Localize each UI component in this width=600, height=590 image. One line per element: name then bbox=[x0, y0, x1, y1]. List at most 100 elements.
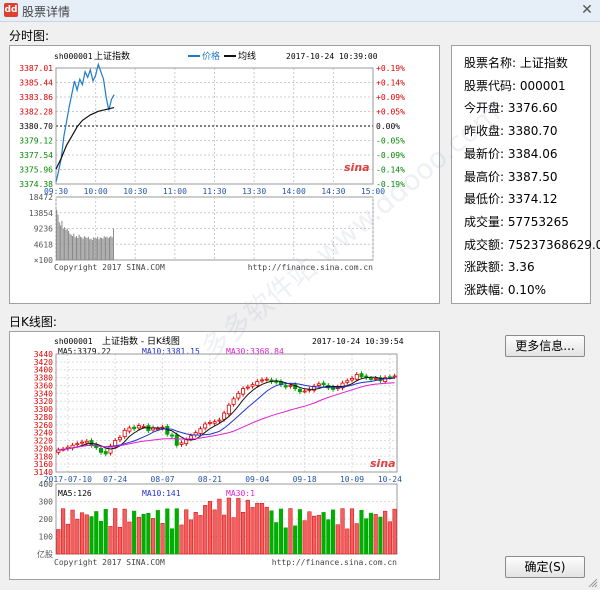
pct-tick-label: -0.09% bbox=[376, 151, 405, 160]
y-tick-label: 3383.86 bbox=[19, 93, 53, 102]
info-row: 最低价: 3374.12 bbox=[464, 190, 557, 207]
title-bar[interactable]: dd 股票详情 ✕ bbox=[0, 0, 600, 22]
close-icon[interactable]: ✕ bbox=[578, 1, 596, 19]
volume-bar bbox=[217, 498, 222, 555]
info-label: 今开盘: bbox=[464, 101, 505, 116]
info-row: 成交量: 57753265 bbox=[464, 213, 569, 230]
info-label: 最低价: bbox=[464, 192, 505, 207]
candle-body bbox=[297, 389, 302, 393]
volume-bar bbox=[89, 516, 94, 555]
volume-bar bbox=[146, 513, 151, 555]
volume-bar bbox=[245, 499, 250, 555]
volume-bar bbox=[70, 509, 75, 555]
volume-bar bbox=[387, 521, 392, 555]
volume-bar bbox=[61, 508, 66, 555]
candle-body bbox=[345, 380, 350, 383]
candle-body bbox=[84, 440, 89, 444]
candle-body bbox=[250, 384, 255, 387]
volume-bar bbox=[331, 509, 336, 555]
volume-bar bbox=[378, 516, 383, 555]
candle-body bbox=[170, 434, 175, 437]
vol-tick-label: 4618 bbox=[34, 240, 53, 249]
x-tick-label: 10:30 bbox=[123, 187, 147, 196]
y-tick-label: 3379.12 bbox=[19, 137, 53, 146]
candle-body bbox=[350, 377, 355, 381]
volume-bar bbox=[255, 502, 260, 555]
pct-tick-label: -0.14% bbox=[376, 166, 405, 175]
volume-bar bbox=[103, 509, 108, 555]
volume-bar bbox=[250, 507, 255, 555]
info-value: 上证指数 bbox=[516, 56, 568, 70]
ok-button[interactable]: 确定(S) bbox=[505, 556, 585, 578]
volume-bar bbox=[169, 528, 175, 555]
x-tick-label: 10-24 bbox=[378, 475, 402, 484]
x-tick-label: 11:00 bbox=[163, 187, 187, 196]
url-label: http://finance.sina.com.cn bbox=[248, 263, 373, 272]
info-label: 成交量: bbox=[464, 214, 505, 229]
title-label: 上证指数 - 日K线图 bbox=[102, 335, 180, 347]
volume-bar bbox=[335, 524, 340, 555]
candle-body bbox=[174, 434, 179, 446]
candle-body bbox=[264, 378, 269, 381]
avg-legend-label: 均线 bbox=[238, 50, 256, 62]
volume-bar bbox=[179, 524, 184, 555]
volume-bar bbox=[136, 516, 141, 555]
volume-bar bbox=[349, 508, 355, 555]
info-row: 今开盘: 3376.60 bbox=[464, 99, 557, 116]
pct-tick-label: +0.09% bbox=[376, 93, 405, 102]
info-row: 最高价: 3387.50 bbox=[464, 168, 557, 185]
copyright-label: Copyright 2017 SINA.COM bbox=[54, 263, 165, 272]
candle-body bbox=[136, 425, 141, 429]
candle-body bbox=[231, 398, 236, 405]
volume-bar bbox=[364, 518, 369, 555]
vol-tick-label: 300 bbox=[39, 498, 54, 507]
datetime-label: 2017-10-24 10:39:00 bbox=[286, 52, 378, 61]
kline-panel: sh000001 上证指数 - 日K线图 2017-10-24 10:39:54 MA… bbox=[9, 331, 440, 580]
pct-tick-label: +0.19% bbox=[376, 64, 405, 73]
volume-bar bbox=[259, 503, 265, 555]
y-tick-label: 3380.70 bbox=[19, 122, 53, 131]
candle-body bbox=[359, 373, 364, 378]
volume-bar bbox=[274, 522, 279, 555]
pct-tick-label: -0.05% bbox=[376, 137, 405, 146]
candle-body bbox=[217, 419, 222, 422]
candle-body bbox=[316, 383, 321, 386]
name-label: 上证指数 bbox=[94, 50, 130, 62]
candle-body bbox=[212, 421, 217, 424]
volume-bar bbox=[193, 511, 198, 555]
candle-body bbox=[179, 442, 184, 445]
datetime-label: 2017-10-24 10:39:54 bbox=[312, 337, 404, 346]
info-label: 最高价: bbox=[464, 169, 505, 184]
info-label: 股票名称: bbox=[464, 56, 517, 70]
volume-bar bbox=[212, 509, 217, 555]
candle-body bbox=[132, 426, 137, 430]
volume-bar bbox=[226, 497, 231, 555]
candle-body bbox=[207, 422, 212, 424]
volume-bar bbox=[359, 510, 364, 555]
volume-bar bbox=[345, 528, 350, 555]
x-tick-label: 08-21 bbox=[198, 475, 222, 484]
volume-bar bbox=[269, 510, 274, 555]
code-label: sh000001 bbox=[54, 52, 93, 61]
info-label: 股票代码: bbox=[464, 78, 517, 93]
resize-grip-icon[interactable] bbox=[588, 578, 598, 588]
pct-tick-label: 0.00% bbox=[376, 122, 400, 131]
volume-bar bbox=[236, 498, 241, 555]
volume-bar bbox=[184, 509, 189, 555]
info-value: 75237368629.00 bbox=[507, 237, 600, 252]
volume-bar bbox=[368, 512, 374, 555]
candle-body bbox=[288, 385, 293, 387]
candle-body bbox=[245, 386, 250, 389]
info-row: 最新价: 3384.06 bbox=[464, 145, 557, 162]
candle-body bbox=[184, 439, 189, 445]
y-tick-label: 3375.96 bbox=[19, 166, 53, 175]
volume-bar bbox=[94, 511, 99, 555]
more-info-button[interactable]: 更多信息... bbox=[505, 335, 585, 357]
volume-bar bbox=[198, 515, 203, 555]
info-row: 股票代码: 000001 bbox=[464, 77, 566, 94]
volume-bar bbox=[231, 517, 236, 555]
info-label: 昨收盘: bbox=[464, 124, 505, 139]
candle-body bbox=[302, 390, 307, 393]
info-row: 涨跌幅: 0.10% bbox=[464, 281, 546, 298]
volume-bar bbox=[293, 525, 298, 555]
